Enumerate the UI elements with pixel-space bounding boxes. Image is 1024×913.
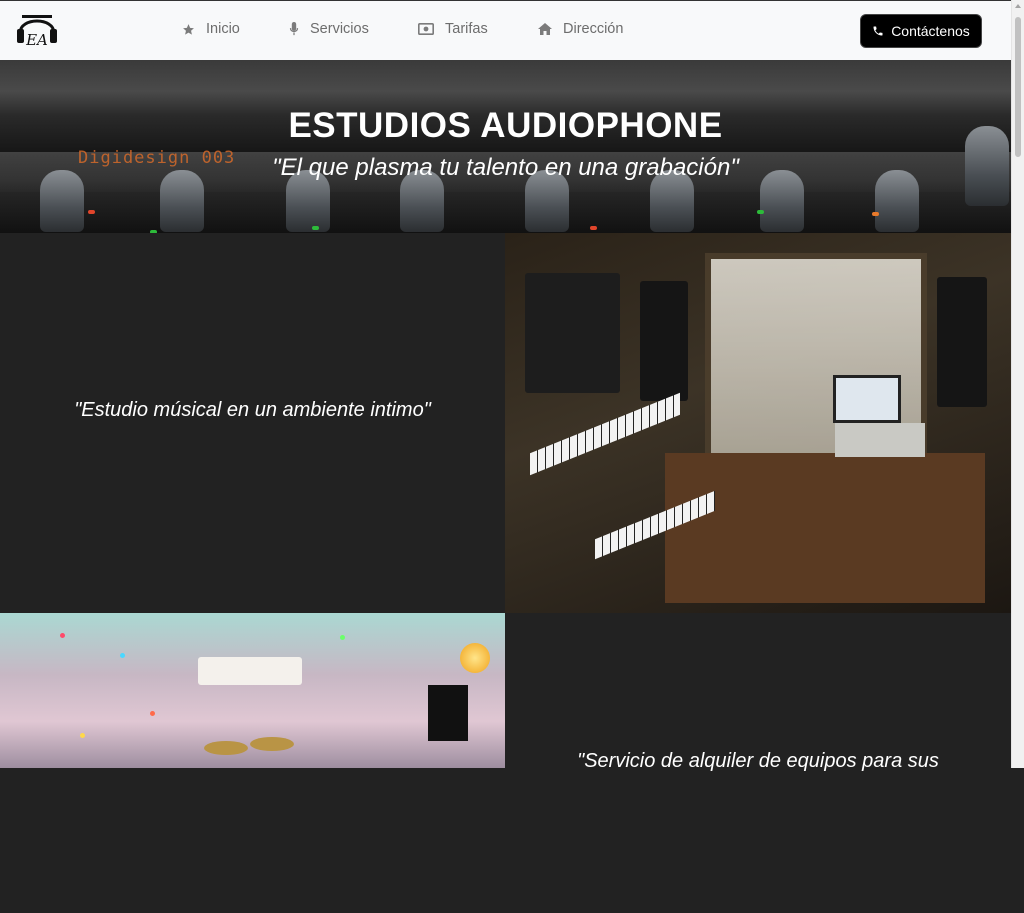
page-scrollbar[interactable] [1011, 0, 1024, 768]
nav-item-inicio[interactable]: Inicio [182, 21, 240, 37]
speaker [428, 685, 468, 741]
home-icon [538, 23, 552, 35]
ceiling-light [460, 643, 490, 673]
money-bill-icon [418, 23, 434, 35]
mixing-console [835, 423, 925, 457]
nav-item-direccion[interactable]: Dirección [538, 21, 623, 37]
light-dot [150, 711, 155, 716]
light-dot [80, 733, 85, 738]
site-tagline: "El que plasma tu talento en una grabaci… [272, 154, 739, 181]
site-title: ESTUDIOS AUDIOPHONE [288, 106, 723, 145]
nav-item-tarifas[interactable]: Tarifas [418, 21, 488, 37]
speaker [640, 281, 688, 401]
nav-label: Servicios [310, 21, 369, 37]
studio-desk [665, 453, 985, 603]
rehearsal-room-photo [0, 613, 505, 768]
led [872, 212, 879, 216]
led [590, 226, 597, 230]
keyboard [530, 392, 680, 476]
nav-label: Dirección [563, 21, 624, 37]
computer-monitor [833, 375, 901, 423]
contact-button[interactable]: Contáctenos [860, 14, 982, 48]
recording-studio-photo [505, 233, 1011, 613]
cymbal [250, 737, 294, 751]
nav-item-servicios[interactable]: Servicios [289, 21, 369, 37]
light-dot [60, 633, 65, 638]
led [88, 210, 95, 214]
top-navbar: EA Inicio Servicios Tarifas Dirección Co… [0, 0, 1011, 60]
light-dot [340, 635, 345, 640]
air-conditioner [198, 657, 302, 685]
scrollbar-thumb[interactable] [1015, 17, 1021, 157]
cymbal [204, 741, 248, 755]
svg-text:EA: EA [25, 31, 48, 49]
star-icon [183, 23, 194, 35]
headphones-logo-icon[interactable]: EA [16, 9, 58, 53]
light-dot [120, 653, 125, 658]
scroll-up-icon[interactable] [1015, 4, 1021, 8]
nav-label: Tarifas [445, 21, 488, 37]
section-text-studio: "Estudio músical en un ambiente intimo" [0, 233, 505, 588]
speaker [937, 277, 987, 407]
microphone-icon [289, 22, 299, 36]
section-text-rental: "Servicio de alquiler de equipos para su… [505, 613, 1011, 913]
hero-banner: Digidesign 003 ESTUDIOS AUDIOPHONE "El q… [0, 60, 1011, 233]
led [312, 226, 319, 230]
screen [525, 273, 620, 393]
nav-label: Inicio [206, 21, 240, 37]
phone-icon [873, 26, 883, 36]
led [757, 210, 764, 214]
contact-button-label: Contáctenos [891, 23, 970, 39]
